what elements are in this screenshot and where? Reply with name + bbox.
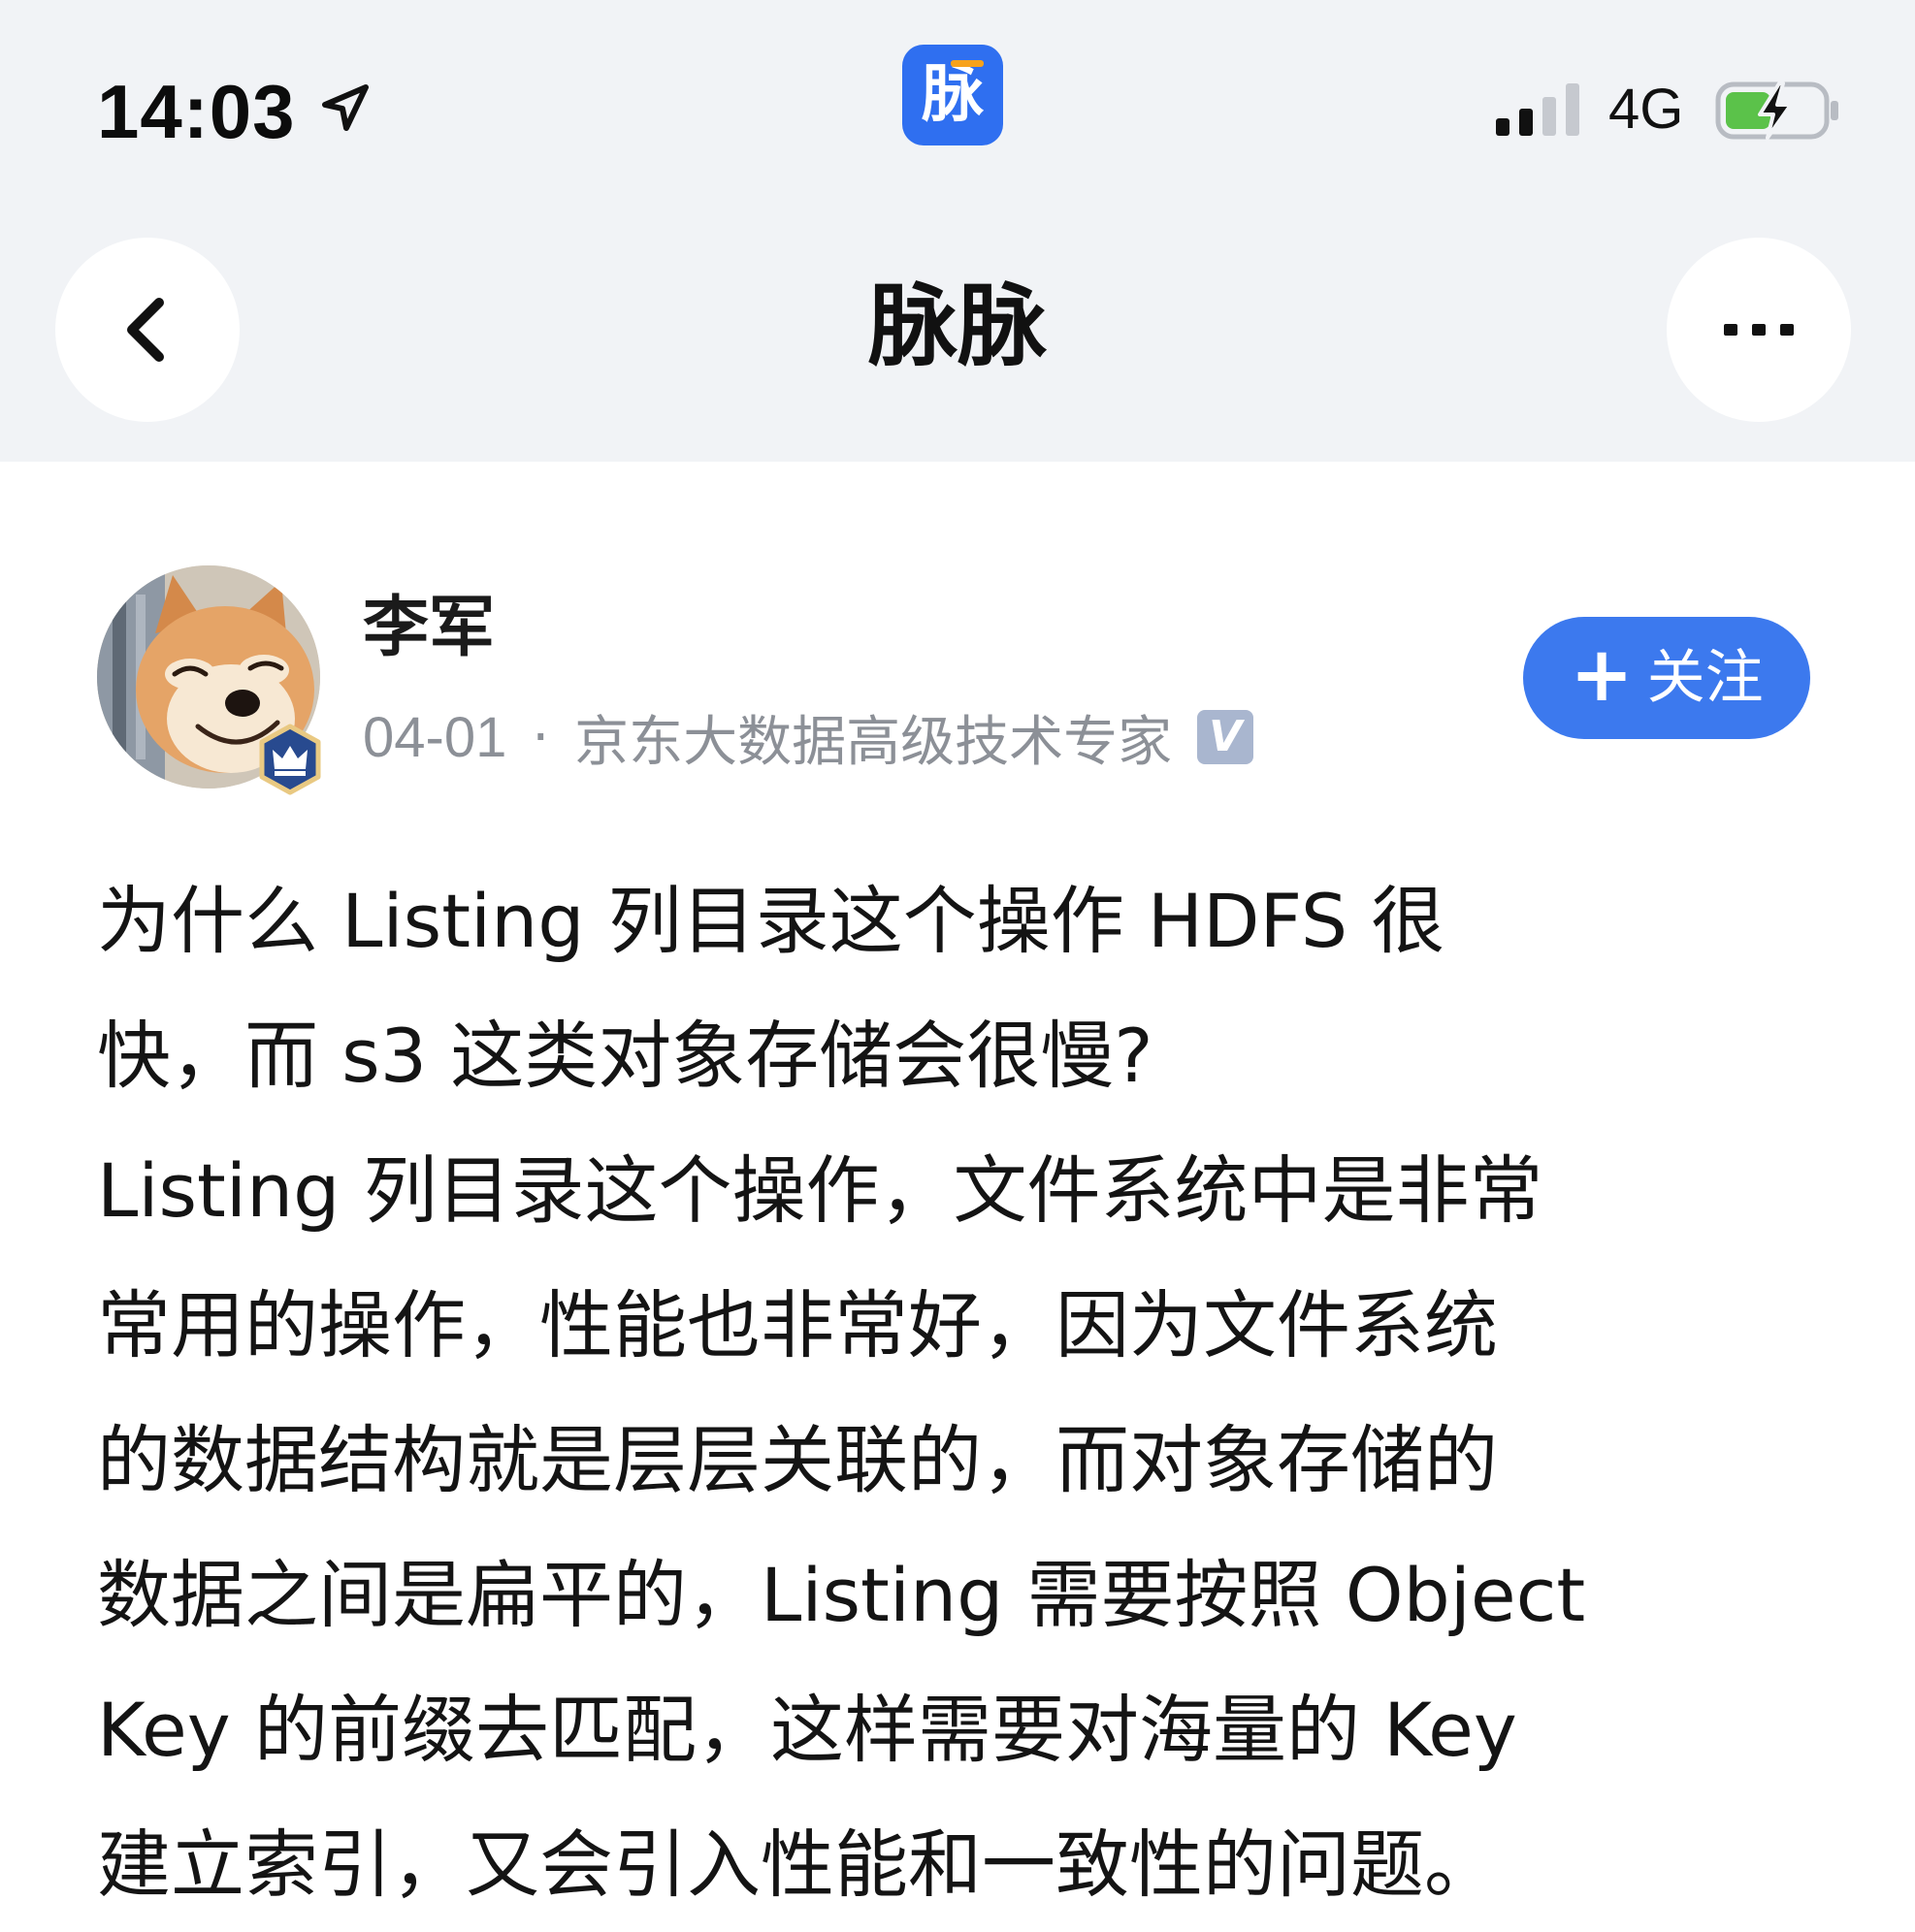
app-logo-glyph: 脉 bbox=[922, 59, 984, 131]
battery-charging-icon bbox=[1715, 81, 1838, 140]
author-meta: 04-01 · 京东大数据高级技术专家 V bbox=[363, 698, 1254, 776]
verified-icon: V bbox=[1197, 710, 1254, 764]
app-logo: 脉 bbox=[902, 45, 1003, 145]
post-text-line: 常用的操作，性能也非常好，因为文件系统 bbox=[97, 1282, 1498, 1368]
page-title: 脉脉 bbox=[867, 274, 1047, 378]
more-options-button[interactable] bbox=[1667, 238, 1851, 422]
post-date: 04-01 bbox=[363, 705, 507, 769]
post-text-line: 为什么 Listing 列目录这个操作 HDFS 很 bbox=[97, 878, 1445, 964]
plus-icon: + bbox=[1570, 631, 1634, 719]
follow-button[interactable]: + 关注 bbox=[1523, 617, 1810, 739]
post-content: 为什么 Listing 列目录这个操作 HDFS 很 快，而 s3 这类对象存储… bbox=[97, 853, 1843, 1932]
app-logo-accent bbox=[951, 60, 984, 67]
status-time: 14:03 bbox=[97, 69, 296, 154]
ellipsis-icon bbox=[1724, 324, 1794, 336]
post-text-line: Listing 列目录这个操作，文件系统中是非常 bbox=[97, 1147, 1543, 1234]
author-name[interactable]: 李军 bbox=[363, 590, 495, 667]
cellular-signal-icon bbox=[1496, 83, 1579, 136]
post-text-line: Key 的前缀去匹配，这样需要对海量的 Key bbox=[97, 1687, 1517, 1773]
location-arrow-icon bbox=[322, 84, 369, 131]
post-text-line: 数据之间是扁平的，Listing 需要按照 Object bbox=[97, 1552, 1586, 1638]
meta-separator: · bbox=[532, 705, 550, 769]
post-text-line: 建立索引，又会引入性能和一致性的问题。 bbox=[97, 1821, 1498, 1908]
network-type: 4G bbox=[1608, 78, 1684, 141]
verified-mark: V bbox=[1209, 712, 1243, 761]
follow-label: 关注 bbox=[1646, 644, 1764, 712]
post-text-line: 的数据结构就是层层关联的，而对象存储的 bbox=[97, 1417, 1498, 1503]
author-job-title: 京东大数据高级技术专家 bbox=[574, 710, 1173, 774]
top-bar-area: 14:03 脉 4G 脉脉 bbox=[0, 0, 1915, 462]
crown-badge-icon bbox=[259, 724, 321, 795]
post-text-line: 快，而 s3 这类对象存储会很慢? bbox=[97, 1013, 1153, 1099]
